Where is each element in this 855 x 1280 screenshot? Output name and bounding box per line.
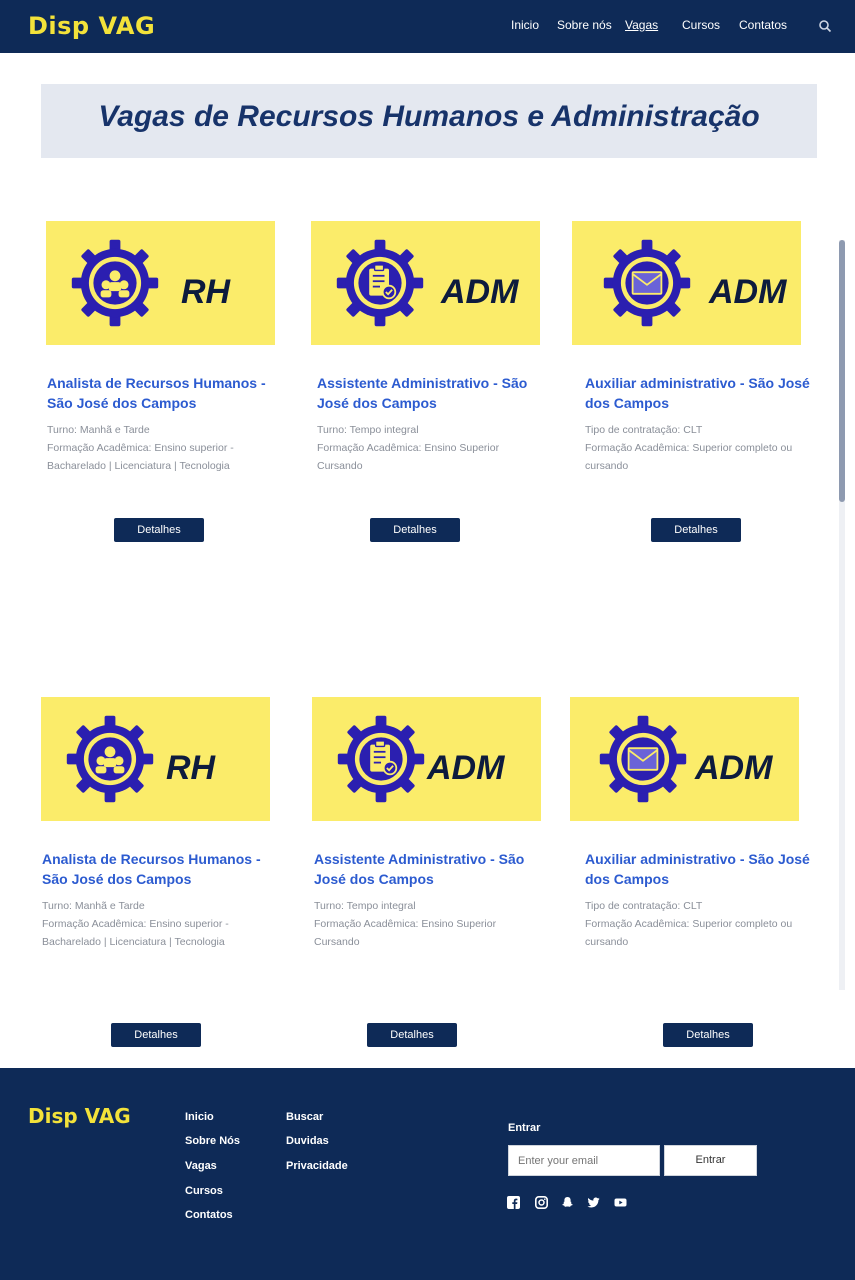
clipboard-gear-icon: [336, 714, 426, 804]
footer-link-contatos[interactable]: Contatos: [185, 1209, 233, 1221]
job-detail-line: Formação Acadêmica: Ensino superior -: [42, 918, 229, 930]
footer-link-duvidas[interactable]: Duvidas: [286, 1135, 329, 1147]
job-category-tag: ADM: [427, 749, 505, 787]
instagram-icon[interactable]: [535, 1196, 548, 1209]
detalhes-button[interactable]: Detalhes: [367, 1023, 457, 1047]
job-category-tag: ADM: [695, 749, 773, 787]
email-field[interactable]: [508, 1145, 660, 1176]
footer-logo[interactable]: Disp VAG: [28, 1104, 131, 1128]
entrar-button[interactable]: Entrar: [664, 1145, 757, 1176]
job-detail-line: Cursando: [314, 936, 360, 948]
job-detail-line: Turno: Manhã e Tarde: [47, 424, 150, 436]
job-title-link[interactable]: Assistente Administrativo - São José dos…: [317, 373, 543, 413]
job-detail-line: Formação Acadêmica: Ensino superior -: [47, 442, 234, 454]
site-footer: Disp VAG Inicio Sobre Nós Vagas Cursos C…: [0, 1068, 855, 1280]
job-category-tag: ADM: [709, 273, 787, 311]
detalhes-button[interactable]: Detalhes: [111, 1023, 201, 1047]
people-gear-icon: [70, 238, 160, 328]
nav-cursos[interactable]: Cursos: [682, 18, 720, 32]
job-title-link[interactable]: Auxiliar administrativo - São José dos C…: [585, 849, 811, 889]
job-detail-line: Bacharelado | Licenciatura | Tecnologia: [47, 460, 230, 472]
youtube-icon[interactable]: [614, 1196, 627, 1209]
mail-gear-icon: [598, 714, 688, 804]
top-navbar: Disp VAG Inicio Sobre nós Vagas Cursos C…: [0, 0, 855, 53]
footer-link-inicio[interactable]: Inicio: [185, 1111, 214, 1123]
job-title-link[interactable]: Analista de Recursos Humanos - São José …: [47, 373, 273, 413]
detalhes-button[interactable]: Detalhes: [651, 518, 741, 542]
job-detail-line: cursando: [585, 936, 629, 948]
job-detail-line: Turno: Tempo integral: [317, 424, 419, 436]
job-card-image: ADM: [572, 221, 801, 345]
nav-contatos[interactable]: Contatos: [739, 18, 787, 32]
detalhes-button[interactable]: Detalhes: [663, 1023, 753, 1047]
facebook-icon[interactable]: [507, 1196, 520, 1209]
job-title-link[interactable]: Analista de Recursos Humanos - São José …: [42, 849, 268, 889]
people-gear-icon: [65, 714, 155, 804]
job-detail-line: Formação Acadêmica: Ensino Superior: [317, 442, 500, 454]
nav-inicio[interactable]: Inicio: [511, 18, 539, 32]
site-logo[interactable]: Disp VAG: [28, 12, 155, 40]
clipboard-gear-icon: [335, 238, 425, 328]
footer-link-vagas[interactable]: Vagas: [185, 1160, 217, 1172]
snapchat-icon[interactable]: [561, 1196, 574, 1209]
footer-link-privacidade[interactable]: Privacidade: [286, 1160, 348, 1172]
entrar-label: Entrar: [508, 1122, 541, 1134]
job-card-image: RH: [41, 697, 270, 821]
job-detail-line: Tipo de contratação: CLT: [585, 900, 703, 912]
job-category-tag: ADM: [441, 273, 519, 311]
job-category-tag: RH: [181, 273, 231, 311]
job-detail-line: Turno: Tempo integral: [314, 900, 416, 912]
job-title-link[interactable]: Auxiliar administrativo - São José dos C…: [585, 373, 811, 413]
job-detail-line: Cursando: [317, 460, 363, 472]
job-card-image: RH: [46, 221, 275, 345]
job-detail-line: Turno: Manhã e Tarde: [42, 900, 145, 912]
nav-vagas[interactable]: Vagas: [625, 18, 658, 32]
job-detail-line: Formação Acadêmica: Superior completo ou: [585, 442, 793, 454]
job-category-tag: RH: [166, 749, 216, 787]
search-icon[interactable]: [818, 19, 832, 33]
job-detail-line: Tipo de contratação: CLT: [585, 424, 703, 436]
job-card-image: ADM: [311, 221, 540, 345]
nav-sobre-nos[interactable]: Sobre nós: [557, 18, 612, 32]
scrollbar-thumb[interactable]: [839, 240, 845, 502]
job-detail-line: Formação Acadêmica: Superior completo ou: [585, 918, 793, 930]
footer-link-cursos[interactable]: Cursos: [185, 1185, 223, 1197]
job-card-image: ADM: [570, 697, 799, 821]
job-detail-line: cursando: [585, 460, 629, 472]
job-card-image: ADM: [312, 697, 541, 821]
footer-link-sobre-nos[interactable]: Sobre Nós: [185, 1135, 240, 1147]
detalhes-button[interactable]: Detalhes: [370, 518, 460, 542]
twitter-icon[interactable]: [587, 1196, 600, 1209]
page-title: Vagas de Recursos Humanos e Administraçã…: [98, 100, 760, 133]
job-detail-line: Formação Acadêmica: Ensino Superior: [314, 918, 497, 930]
page-banner: Vagas de Recursos Humanos e Administraçã…: [41, 84, 817, 158]
footer-link-buscar[interactable]: Buscar: [286, 1111, 323, 1123]
job-title-link[interactable]: Assistente Administrativo - São José dos…: [314, 849, 540, 889]
detalhes-button[interactable]: Detalhes: [114, 518, 204, 542]
mail-gear-icon: [602, 238, 692, 328]
job-detail-line: Bacharelado | Licenciatura | Tecnologia: [42, 936, 225, 948]
